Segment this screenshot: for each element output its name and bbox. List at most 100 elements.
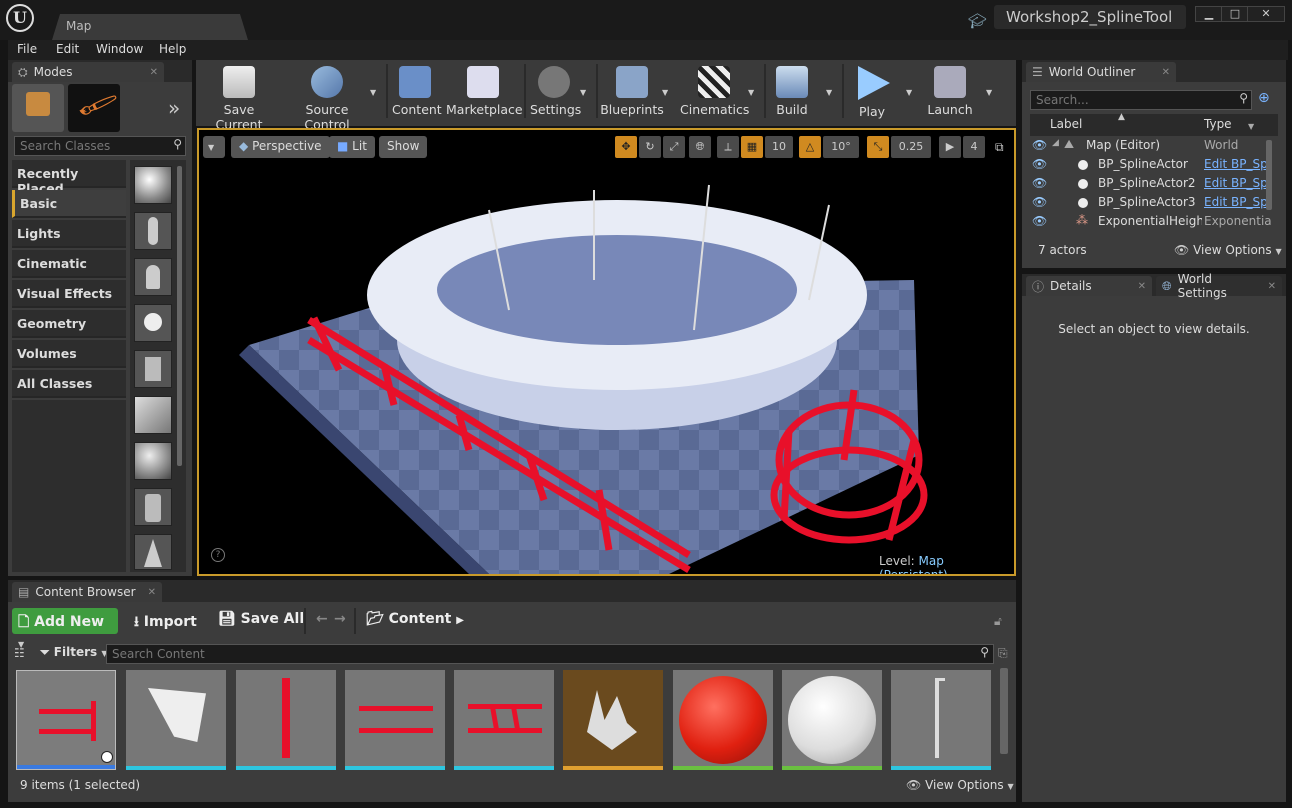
outliner-scrollbar[interactable] bbox=[1266, 140, 1272, 210]
cone-item[interactable] bbox=[134, 534, 172, 570]
build-button[interactable]: Build bbox=[770, 64, 814, 120]
edit-blueprint-link[interactable]: Edit BP_Sp bbox=[1204, 157, 1268, 171]
cinematics-button[interactable]: Cinematics bbox=[680, 64, 749, 120]
type-column-header[interactable]: Type bbox=[1204, 117, 1232, 131]
settings-button[interactable]: Settings bbox=[530, 64, 581, 120]
cube-item[interactable] bbox=[134, 396, 172, 434]
empty-pawn-item[interactable] bbox=[134, 258, 172, 296]
category-cinematic[interactable]: Cinematic bbox=[12, 250, 126, 278]
close-tab-icon[interactable]: ✕ bbox=[1138, 281, 1146, 292]
content-browser-tab[interactable]: ▤ Content Browser ✕ bbox=[12, 582, 162, 602]
asset-thumbnail-post[interactable] bbox=[236, 670, 336, 770]
outliner-view-options-button[interactable]: 👁︎ View Options ▼ bbox=[1174, 243, 1282, 257]
visibility-eye-icon[interactable]: 👁︎ bbox=[1032, 195, 1047, 209]
show-button[interactable]: Show bbox=[379, 136, 428, 158]
paint-mode-button[interactable]: 🖌︎ bbox=[68, 83, 120, 132]
play-button[interactable]: Play bbox=[848, 64, 896, 120]
modes-scrollbar[interactable] bbox=[177, 166, 182, 466]
menu-edit[interactable]: Edit bbox=[56, 42, 79, 56]
menu-window[interactable]: Window bbox=[96, 42, 143, 56]
asset-thumbnail-red-sphere[interactable] bbox=[673, 670, 773, 770]
category-volumes[interactable]: Volumes bbox=[12, 340, 126, 368]
add-filter-icon[interactable]: ⊕ bbox=[1258, 90, 1270, 106]
content-button[interactable]: Content bbox=[392, 64, 442, 120]
source-control-dropdown-icon[interactable]: ▼ bbox=[370, 88, 376, 97]
grid-snap-icon[interactable]: ▦ bbox=[741, 136, 763, 158]
asset-thumbnail-rails[interactable] bbox=[345, 670, 445, 770]
edit-blueprint-link[interactable]: Edit BP_Sp bbox=[1204, 176, 1268, 190]
more-modes-icon[interactable]: » bbox=[168, 96, 180, 120]
sources-panel-icon[interactable]: ☷ bbox=[14, 646, 25, 660]
search-classes-input[interactable]: Search Classes ⚲ bbox=[14, 136, 186, 156]
rotate-tool-icon[interactable]: ↻ bbox=[639, 136, 661, 158]
asset-thumbnail-fence[interactable] bbox=[16, 670, 116, 770]
world-settings-tab[interactable]: 🌐︎ World Settings ✕ bbox=[1156, 272, 1282, 300]
asset-thumbnail-cross-rail[interactable] bbox=[454, 670, 554, 770]
launch-dropdown-icon[interactable]: ▼ bbox=[986, 88, 992, 97]
close-tab-icon[interactable]: ✕ bbox=[1268, 281, 1276, 292]
edit-blueprint-link[interactable]: Edit BP_Sp bbox=[1204, 195, 1268, 209]
maximize-viewport-icon[interactable]: ⧉ bbox=[995, 140, 1004, 155]
save-current-button[interactable]: Save Current bbox=[200, 64, 278, 132]
label-column-header[interactable]: Label bbox=[1050, 117, 1082, 131]
category-all-classes[interactable]: All Classes bbox=[12, 370, 126, 398]
minimize-button[interactable]: ▁ bbox=[1195, 6, 1223, 22]
camera-speed-icon[interactable]: ▶ bbox=[939, 136, 961, 158]
menu-file[interactable]: File bbox=[17, 42, 37, 56]
sphere-item[interactable] bbox=[134, 442, 172, 480]
place-mode-button[interactable] bbox=[12, 84, 64, 132]
import-button[interactable]: ⭳ Import bbox=[128, 608, 203, 634]
unreal-logo-icon[interactable]: U bbox=[6, 4, 34, 32]
category-geometry[interactable]: Geometry bbox=[12, 310, 126, 338]
marketplace-button[interactable]: Marketplace bbox=[446, 64, 523, 120]
rotation-snap-icon[interactable]: △ bbox=[799, 136, 821, 158]
category-recently-placed[interactable]: Recently Placed bbox=[12, 160, 126, 196]
visibility-eye-icon[interactable]: 👁︎ bbox=[1032, 138, 1047, 152]
player-start-item[interactable] bbox=[134, 350, 172, 388]
surface-snap-icon[interactable]: ⟂ bbox=[717, 136, 739, 158]
rotation-snap-value[interactable]: 10° bbox=[823, 136, 859, 158]
blueprints-dropdown-icon[interactable]: ▼ bbox=[662, 88, 668, 97]
perspective-button[interactable]: ◆ Perspective bbox=[231, 136, 330, 158]
type-dropdown-icon[interactable]: ▼ bbox=[1248, 122, 1254, 131]
outliner-row[interactable]: 👁︎ ⁂ ExponentialHeightF Exponentia bbox=[1030, 212, 1278, 230]
save-search-icon[interactable]: ⎘ bbox=[998, 646, 1008, 661]
menu-help[interactable]: Help bbox=[159, 42, 186, 56]
maximize-button[interactable]: □ bbox=[1221, 6, 1249, 22]
visibility-eye-icon[interactable]: 👁︎ bbox=[1032, 157, 1047, 171]
settings-dropdown-icon[interactable]: ▼ bbox=[580, 88, 586, 97]
outliner-row[interactable]: 👁︎ BP_SplineActor2 Edit BP_Sp bbox=[1030, 174, 1278, 193]
outliner-row[interactable]: 👁︎ BP_SplineActor Edit BP_Sp bbox=[1030, 155, 1278, 174]
map-tab[interactable]: Map bbox=[52, 14, 248, 40]
close-button[interactable]: ✕ bbox=[1247, 6, 1285, 22]
cylinder-item[interactable] bbox=[134, 488, 172, 526]
save-all-button[interactable]: 💾︎ Save All bbox=[212, 608, 310, 634]
visibility-eye-icon[interactable]: 👁︎ bbox=[1032, 176, 1047, 190]
point-light-item[interactable] bbox=[134, 304, 172, 342]
forward-arrow-icon[interactable]: → bbox=[328, 608, 352, 634]
expand-arrow-icon[interactable]: ◢ bbox=[1052, 138, 1059, 148]
content-scrollbar[interactable] bbox=[1000, 668, 1008, 754]
close-tab-icon[interactable]: ✕ bbox=[1162, 67, 1170, 78]
world-space-icon[interactable]: 🌐︎ bbox=[689, 136, 711, 158]
details-tab[interactable]: ⓘ Details ✕ bbox=[1026, 276, 1152, 296]
filters-button[interactable]: ⏷ Filters ▼ bbox=[40, 645, 108, 660]
outliner-row[interactable]: 👁︎ BP_SplineActor3 Edit BP_Sp bbox=[1030, 193, 1278, 212]
add-new-button[interactable]: 🗋︎ Add New ▼ bbox=[12, 608, 118, 649]
asset-thumbnail-lamp-post[interactable] bbox=[891, 670, 991, 770]
viewport-options-button[interactable]: ▼ bbox=[203, 136, 225, 158]
blueprints-button[interactable]: Blueprints bbox=[600, 64, 664, 120]
outliner-row[interactable]: 👁︎ ◢ ⛰︎ Map (Editor) World bbox=[1030, 136, 1278, 155]
visibility-eye-icon[interactable]: 👁︎ bbox=[1032, 214, 1047, 228]
level-viewport[interactable]: ▼ ◆ Perspective ■ Lit Show ✥ ↻ ⤢ 🌐︎ ⟂ ▦ … bbox=[197, 128, 1016, 576]
scale-snap-value[interactable]: 0.25 bbox=[891, 136, 931, 158]
empty-character-item[interactable] bbox=[134, 212, 172, 250]
world-outliner-tab[interactable]: ☰ World Outliner ✕ bbox=[1026, 62, 1176, 82]
cinematics-dropdown-icon[interactable]: ▼ bbox=[748, 88, 754, 97]
build-dropdown-icon[interactable]: ▼ bbox=[826, 88, 832, 97]
grid-snap-value[interactable]: 10 bbox=[765, 136, 793, 158]
close-tab-icon[interactable]: ✕ bbox=[150, 67, 158, 78]
asset-thumbnail-spikes[interactable] bbox=[563, 670, 663, 770]
outliner-search-input[interactable]: Search... ⚲ bbox=[1030, 90, 1252, 110]
empty-actor-item[interactable] bbox=[134, 166, 172, 204]
